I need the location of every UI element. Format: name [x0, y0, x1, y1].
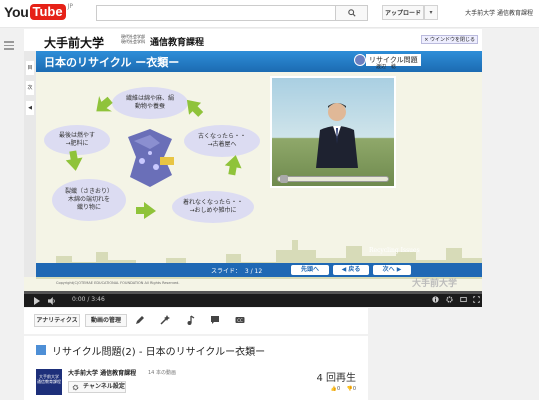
analytics-button[interactable]: アナリティクス: [34, 314, 80, 327]
enhance-wand-icon[interactable]: [160, 315, 170, 325]
captions-cc-icon[interactable]: CC: [235, 315, 245, 325]
progress-bar[interactable]: [24, 291, 482, 294]
masthead: You Tube JP アップロード ▾ 大手前大学 通信教育課程: [0, 0, 539, 28]
info-icon[interactable]: [432, 296, 439, 303]
account-channel-name[interactable]: 大手前大学 通信教育課程: [465, 8, 533, 17]
arrow-icon: [186, 99, 204, 117]
video-title: リサイクル問題(2) - 日本のリサイクルー衣類ー: [52, 347, 266, 358]
copyright-text: Copyright(C)OTEMAE EDUCATIONAL FOUNDATIO…: [56, 281, 180, 285]
video-info-panel: リサイクル問題(2) - 日本のリサイクルー衣類ー 大手前大学 通信教育課程 大…: [24, 336, 368, 400]
back-button[interactable]: ◀ 戻る: [333, 265, 369, 275]
like-dislike-row: 👍0 👎0: [331, 386, 356, 392]
player-controls: 0:00 / 3:46: [24, 291, 482, 307]
kimono-illustration: [128, 129, 174, 187]
dislike-count: 0: [352, 386, 356, 392]
gear-icon: [72, 384, 79, 391]
annotations-icon[interactable]: [210, 315, 220, 325]
search-icon: [347, 9, 356, 17]
inset-seek-thumb[interactable]: [280, 175, 288, 183]
search-button[interactable]: [336, 5, 368, 21]
edit-pencil-icon[interactable]: [135, 315, 145, 325]
guide-menu-icon[interactable]: [4, 41, 14, 50]
first-slide-button[interactable]: 先頭へ: [291, 265, 329, 275]
arrow-icon: [224, 155, 242, 176]
chevron-down-icon: ▾: [429, 9, 433, 16]
logo-you: You: [4, 3, 29, 20]
volume-icon[interactable]: [48, 297, 56, 305]
slide-current: 3: [244, 268, 249, 275]
slide-counter: スライド： 3 / 12: [211, 268, 263, 275]
search-input[interactable]: [96, 5, 336, 21]
next-button[interactable]: 次へ ▶: [373, 265, 411, 275]
video-count: 14 本の動画: [148, 370, 176, 376]
logo-region: JP: [67, 3, 73, 10]
settings-gear-icon[interactable]: [446, 296, 453, 303]
arrow-icon: [136, 202, 156, 219]
owner-actions-bar: アナリティクス 動画の管理 CC: [24, 308, 368, 334]
recycling-issues-label: Recycling Issues: [369, 247, 420, 254]
presenter-image: [316, 103, 358, 168]
lecture-video[interactable]: [270, 76, 396, 188]
youtube-logo[interactable]: You Tube JP: [4, 3, 73, 20]
theater-mode-icon[interactable]: [460, 296, 467, 303]
audio-note-icon[interactable]: [185, 315, 195, 325]
svg-text:CC: CC: [237, 318, 243, 323]
channel-name[interactable]: 大手前大学 通信教育課程: [68, 368, 136, 377]
lecturer-name: 渡辺 稔: [376, 64, 397, 70]
video-manager-button[interactable]: 動画の管理: [85, 314, 127, 327]
recycle-emblem-icon: [354, 54, 366, 66]
video-player[interactable]: 大手前大学 現代社会学部 現代社会学科 通信教育課程 × ウインドウを閉じる 目…: [24, 29, 482, 307]
play-icon[interactable]: [34, 297, 40, 305]
like-count: 0: [337, 386, 341, 392]
inset-seek-bar[interactable]: [277, 176, 389, 182]
upload-button[interactable]: アップロード: [382, 5, 424, 20]
video-title-icon: [36, 345, 46, 355]
fullscreen-icon[interactable]: [473, 296, 480, 303]
view-count: 4 回再生: [316, 373, 356, 384]
slide-total: 12: [254, 268, 263, 275]
watermark: 大手前大学: [412, 279, 458, 289]
time-display: 0:00 / 3:46: [72, 296, 105, 303]
close-window-link[interactable]: × ウインドウを閉じる: [421, 35, 478, 44]
channel-avatar[interactable]: 大手前大学 通信教育課程: [36, 369, 62, 395]
slide-frame: 大手前大学 現代社会学部 現代社会学科 通信教育課程 × ウインドウを閉じる 目…: [24, 29, 482, 291]
arrow-icon: [96, 96, 113, 112]
logo-tube: Tube: [29, 3, 66, 20]
arrow-icon: [65, 150, 83, 171]
slide-nav-bar: スライド： 3 / 12 先頭へ ◀ 戻る 次へ ▶: [36, 263, 482, 277]
upload-dropdown[interactable]: ▾: [424, 5, 438, 20]
